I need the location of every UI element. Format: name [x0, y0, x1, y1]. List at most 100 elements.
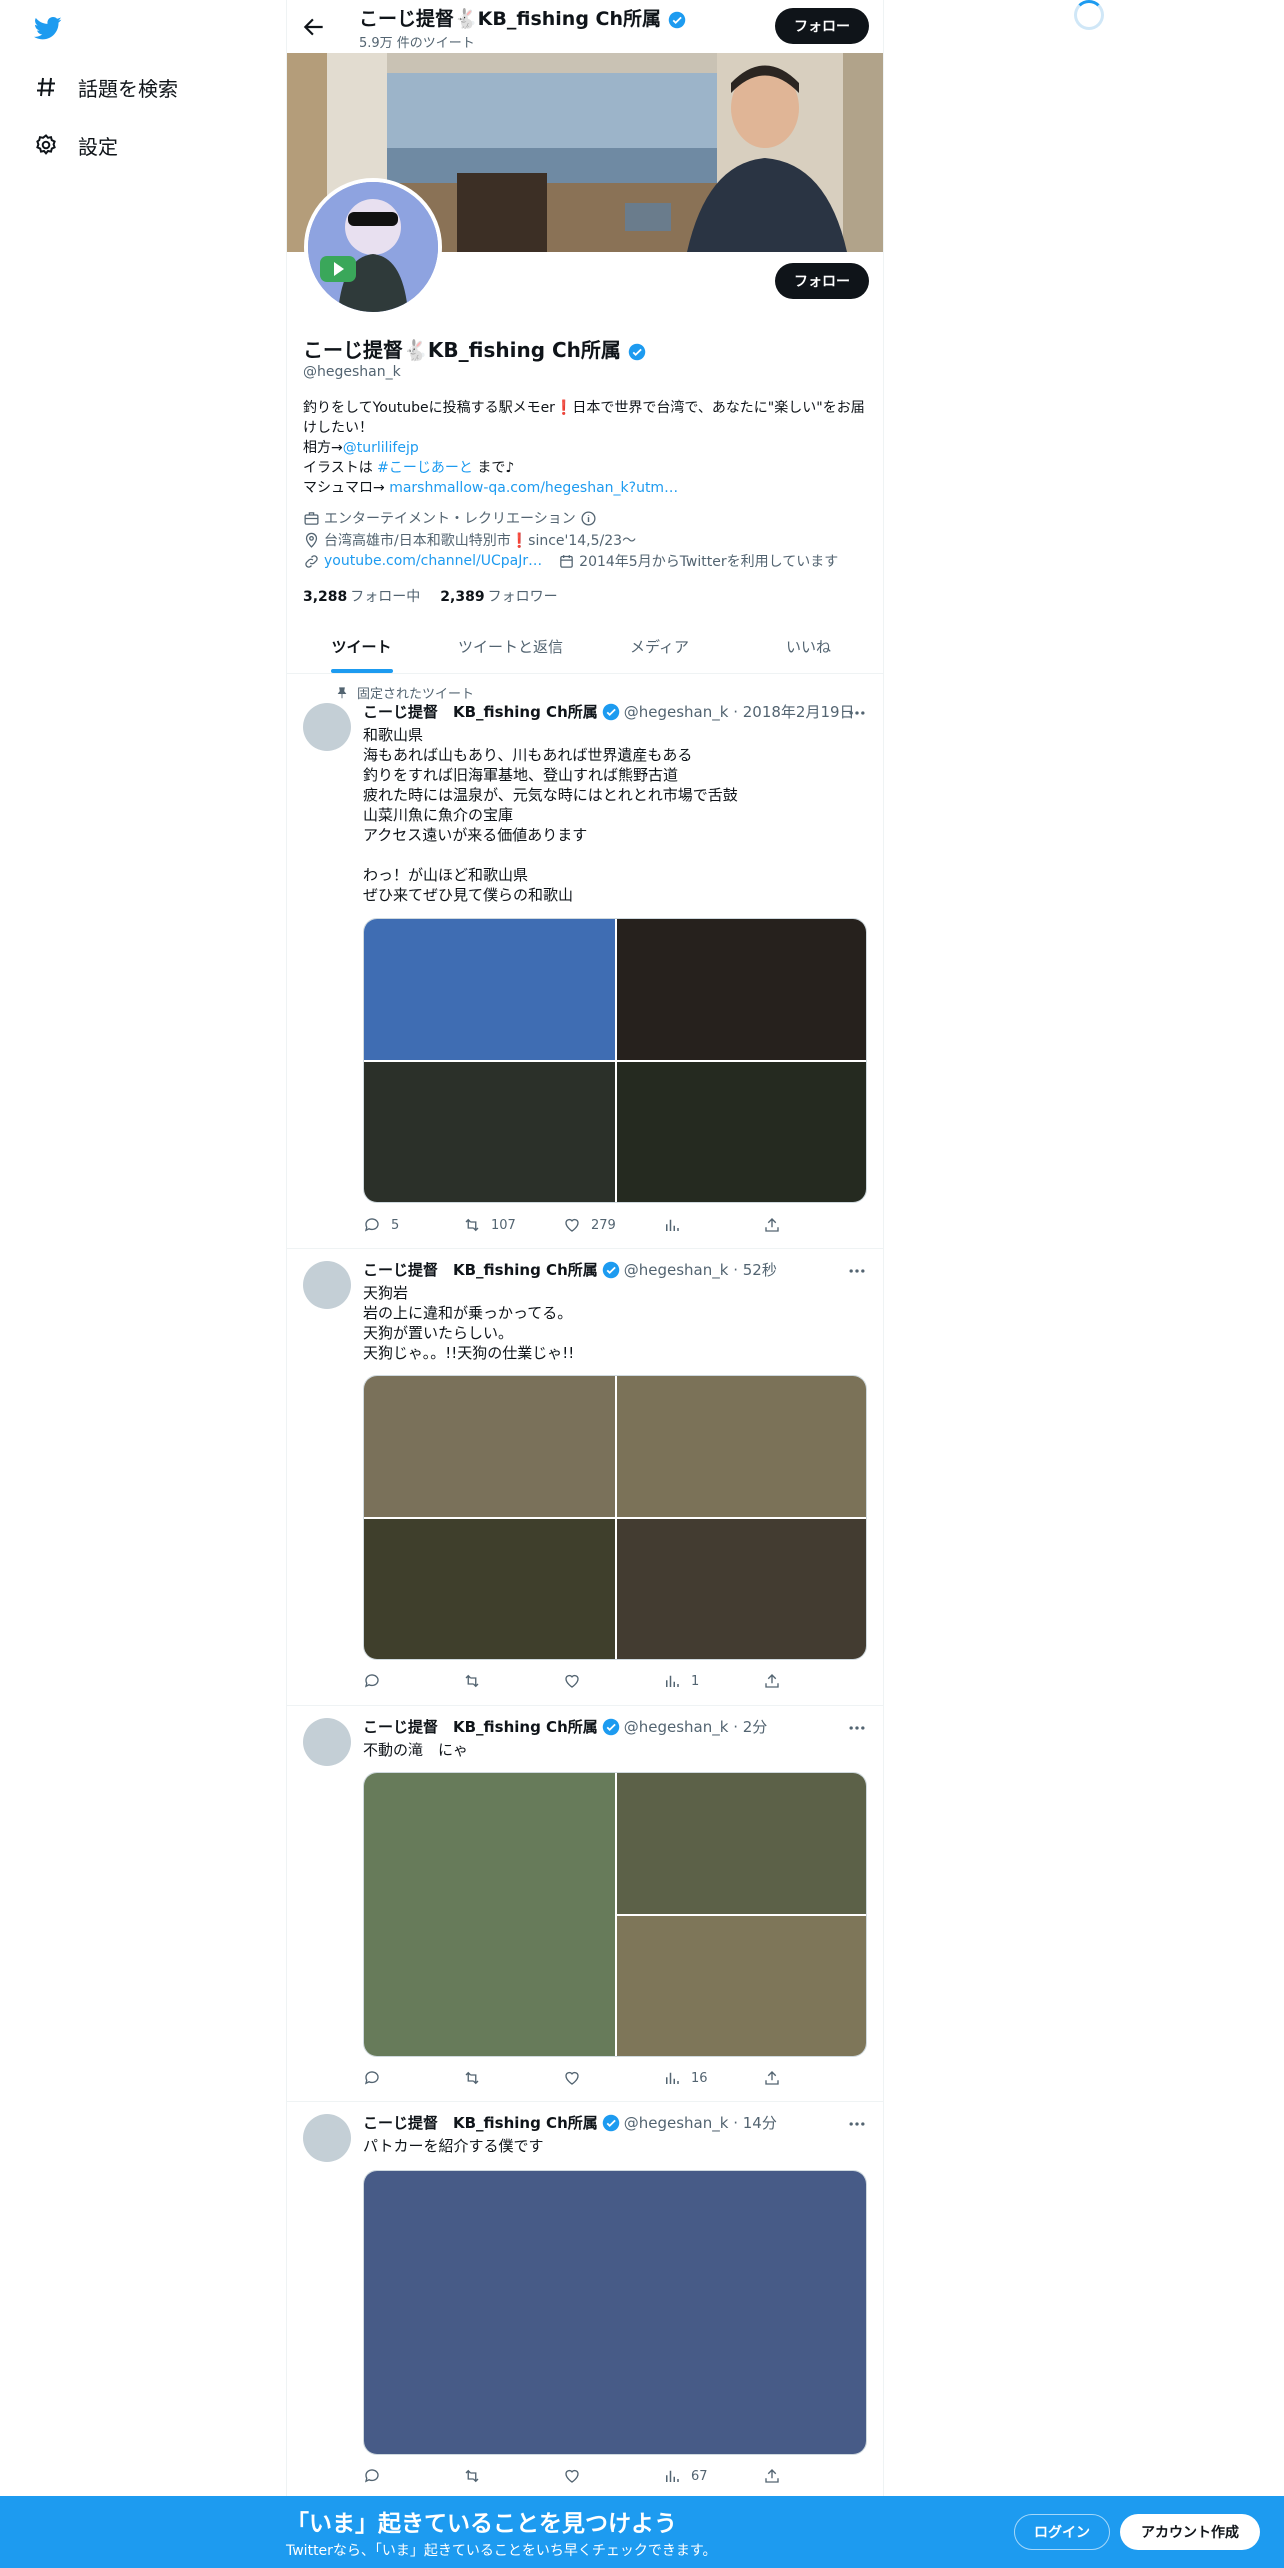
tab-tweets[interactable]: ツイート: [287, 620, 436, 673]
hashtag-link[interactable]: #こーじあーと: [377, 460, 473, 476]
views-button[interactable]: 16: [663, 2068, 723, 2088]
tweet-avatar[interactable]: [303, 1718, 351, 1766]
location-text: 台湾高雄市/日本和歌山特別市❗since'14,5/23〜: [324, 533, 637, 549]
signup-banner: 「いま」起きていることを見つけよう Twitterなら、「いま」起きていることを…: [0, 2496, 1284, 2568]
tweet-meta[interactable]: @hegeshan_k · 2分: [624, 1716, 768, 1737]
tweet-item[interactable]: こーじ提督 KB_fishing Ch所属 @hegeshan_k · 2分 不…: [287, 1706, 883, 2102]
header-follow-button[interactable]: フォロー: [775, 8, 869, 44]
retweet-icon: [465, 2071, 479, 2085]
reply-button[interactable]: [363, 2466, 423, 2486]
retweet-button[interactable]: [463, 1671, 523, 1691]
signup-button[interactable]: アカウント作成: [1120, 2514, 1260, 2550]
profile-follow-button[interactable]: フォロー: [775, 263, 869, 299]
tweet-photo[interactable]: [617, 919, 866, 1060]
profile-handle: @hegeshan_k: [303, 364, 401, 380]
following-link[interactable]: 3,288 フォロー中: [303, 586, 420, 606]
bio-text: マシュマロ→: [303, 480, 390, 496]
retweet-button[interactable]: [463, 2068, 523, 2088]
tweet-avatar[interactable]: [303, 1261, 351, 1309]
profile-url-link[interactable]: youtube.com/channel/UCpaJr…: [324, 553, 542, 569]
tweet-photo[interactable]: [617, 1062, 866, 1202]
tweet-photo[interactable]: [364, 1376, 615, 1517]
marshmallow-link[interactable]: marshmallow-qa.com/hegeshan_k?utm…: [389, 480, 678, 496]
tweet-photo[interactable]: [364, 1062, 615, 1202]
tweet-item[interactable]: 固定されたツイート こーじ提督 KB_fishing Ch所属 @hegesha…: [287, 675, 883, 1249]
signup-banner-title: 「いま」起きていることを見つけよう: [286, 2511, 677, 2537]
more-options-icon[interactable]: [847, 1718, 867, 1738]
more-options-icon[interactable]: [847, 2114, 867, 2134]
tweet-header: こーじ提督 KB_fishing Ch所属 @hegeshan_k · 52秒: [363, 1259, 777, 1280]
tweet-photo[interactable]: [617, 1519, 866, 1659]
tweet-author-name[interactable]: こーじ提督 KB_fishing Ch所属: [363, 1259, 598, 1280]
tab-media[interactable]: メディア: [585, 620, 734, 673]
tweet-item[interactable]: こーじ提督 KB_fishing Ch所属 @hegeshan_k · 52秒 …: [287, 1249, 883, 1706]
more-options-icon[interactable]: [847, 1261, 867, 1281]
tweet-text: 天狗岩 岩の上に違和が乗っかってる。 天狗が置いたらしい。 天狗じゃ。。!!天狗…: [363, 1284, 575, 1362]
info-icon[interactable]: [580, 510, 597, 527]
tweet-avatar[interactable]: [303, 2114, 351, 2162]
profile-avatar[interactable]: [304, 178, 442, 316]
nav-settings[interactable]: 設定: [34, 125, 118, 165]
reply-button[interactable]: [363, 2068, 423, 2088]
profile-header-bar: こーじ提督🐇KB_fishing Ch所属 5.9万 件のツイート フォロー: [287, 0, 883, 53]
login-button[interactable]: ログイン: [1014, 2514, 1110, 2550]
pinned-text: 固定されたツイート: [357, 687, 475, 702]
share-button[interactable]: [763, 2466, 783, 2486]
like-button[interactable]: [563, 2466, 623, 2486]
like-button[interactable]: [563, 1671, 623, 1691]
verified-badge-icon: [602, 1718, 619, 1735]
tweet-photo[interactable]: [364, 2171, 866, 2454]
tweet-photo[interactable]: [364, 919, 615, 1060]
views-button[interactable]: 1: [663, 1671, 723, 1691]
tweet-header: こーじ提督 KB_fishing Ch所属 @hegeshan_k · 14分: [363, 2112, 777, 2133]
bio-text: まで♪: [472, 460, 515, 476]
analytics-icon: [666, 1675, 679, 1687]
views-button[interactable]: 67: [663, 2466, 723, 2486]
reply-button[interactable]: [363, 1671, 423, 1691]
tweet-meta[interactable]: @hegeshan_k · 52秒: [624, 1259, 777, 1280]
share-button[interactable]: [763, 1671, 783, 1691]
tweet-photo[interactable]: [617, 1916, 866, 2056]
tweet-meta[interactable]: @hegeshan_k · 2018年2月19日: [624, 701, 855, 722]
tweet-item[interactable]: こーじ提督 KB_fishing Ch所属 @hegeshan_k · 14分 …: [287, 2102, 883, 2496]
nav-explore[interactable]: 話題を検索: [34, 67, 178, 107]
retweet-button[interactable]: [463, 2466, 523, 2486]
tweet-actions: 67: [363, 2466, 783, 2486]
verified-badge-icon: [668, 11, 685, 28]
tweet-photo[interactable]: [364, 1519, 615, 1659]
retweet-button[interactable]: 107: [463, 1215, 523, 1235]
tweet-photo[interactable]: [617, 1376, 866, 1517]
tweet-photo[interactable]: [617, 1773, 866, 1914]
tweet-meta[interactable]: @hegeshan_k · 14分: [624, 2112, 777, 2133]
tweet-header: こーじ提督 KB_fishing Ch所属 @hegeshan_k · 2018…: [363, 701, 855, 722]
view-count: 16: [691, 2070, 708, 2086]
back-arrow-icon[interactable]: [301, 14, 327, 40]
tweet-author-name[interactable]: こーじ提督 KB_fishing Ch所属: [363, 1716, 598, 1737]
verified-badge-icon: [628, 343, 646, 360]
reply-button[interactable]: 5: [363, 1215, 423, 1235]
followers-link[interactable]: 2,389 フォロワー: [440, 586, 557, 606]
like-button[interactable]: 279: [563, 1215, 623, 1235]
analytics-icon: [666, 2470, 679, 2482]
heart-icon: [565, 1674, 579, 1688]
hashtag-icon: [37, 77, 55, 97]
tweet-avatar[interactable]: [303, 703, 351, 751]
joined-text: 2014年5月からTwitterを利用しています: [579, 554, 839, 570]
verified-badge-icon: [602, 703, 619, 720]
tab-likes[interactable]: いいね: [734, 620, 883, 673]
verified-badge-icon: [602, 2114, 619, 2131]
views-button[interactable]: [663, 1215, 723, 1235]
share-button[interactable]: [763, 1215, 783, 1235]
tweet-author-name[interactable]: こーじ提督 KB_fishing Ch所属: [363, 701, 598, 722]
tab-tweets-replies[interactable]: ツイートと返信: [436, 620, 585, 673]
more-options-icon[interactable]: [847, 703, 867, 723]
twitter-logo-icon[interactable]: [32, 14, 64, 42]
like-button[interactable]: [563, 2068, 623, 2088]
tweet-photo[interactable]: [364, 1773, 615, 2056]
bio-line: イラストは #こーじあーと まで♪: [303, 458, 873, 478]
share-button[interactable]: [763, 2068, 783, 2088]
reply-count: 5: [391, 1217, 400, 1233]
tweet-author-name[interactable]: こーじ提督 KB_fishing Ch所属: [363, 2112, 598, 2133]
like-count: 279: [591, 1217, 616, 1233]
partner-link[interactable]: @turlilifejp: [343, 440, 419, 456]
